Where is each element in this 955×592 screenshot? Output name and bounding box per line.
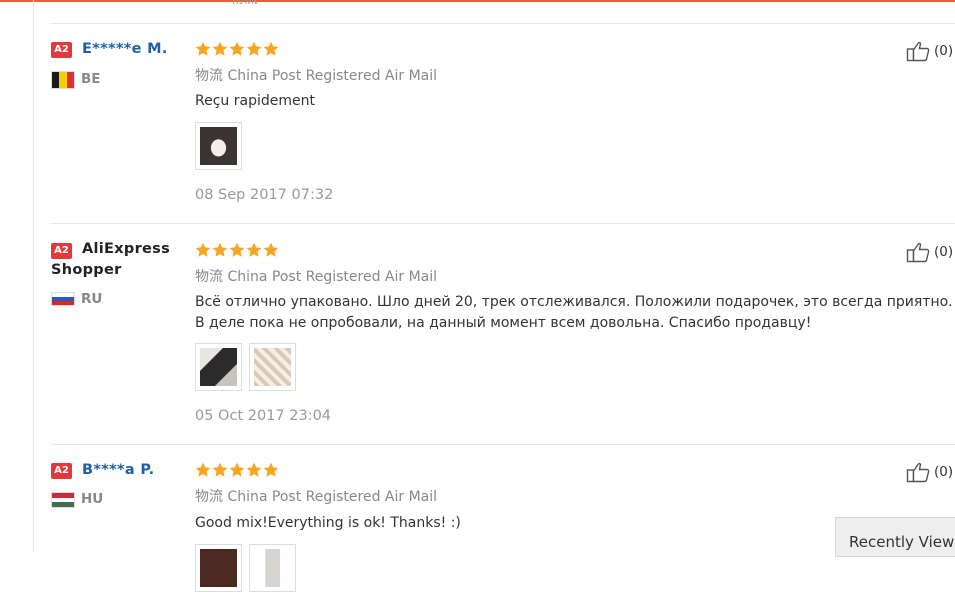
star-icon	[195, 462, 211, 477]
star-icon	[212, 462, 228, 477]
recently-viewed-tab[interactable]: Recently Viewed	[835, 517, 955, 557]
review-photo[interactable]	[195, 343, 242, 391]
review-photo[interactable]	[249, 544, 296, 592]
reviewer-name[interactable]: B****a P.	[82, 460, 154, 481]
star-rating	[195, 41, 279, 57]
review-text: Всё отлично упаковано. Шло дней 20, трек…	[195, 294, 953, 331]
review-date: 08 Sep 2017 07:32	[195, 187, 334, 203]
star-icon	[195, 41, 211, 56]
review-photos	[195, 122, 242, 170]
review-photo[interactable]	[195, 122, 242, 170]
shipping-method: 物流 China Post Registered Air Mail	[195, 266, 437, 286]
helpful-button[interactable]: (0)	[906, 461, 953, 483]
country-code: RU	[81, 291, 103, 307]
country-code: BE	[81, 71, 101, 87]
left-border	[33, 0, 34, 553]
star-icon	[263, 462, 279, 477]
star-rating	[195, 462, 279, 478]
shipping-label: 物流	[195, 68, 223, 84]
truncated-shipping-text: 物流	[230, 0, 258, 8]
belgium-flag-icon	[51, 71, 75, 89]
top-accent-bar	[0, 0, 955, 2]
row-divider	[51, 444, 955, 445]
helpful-count: (0)	[934, 464, 954, 480]
star-icon	[229, 41, 245, 56]
review-photos	[195, 343, 296, 391]
star-icon	[229, 462, 245, 477]
reviewer-name[interactable]: E*****e M.	[82, 39, 168, 60]
shipping-method: 物流 China Post Registered Air Mail	[195, 486, 437, 506]
buyer-level-badge: A2	[51, 463, 72, 479]
buyer-level-badge: A2	[51, 42, 72, 58]
star-icon	[195, 242, 211, 257]
star-icon	[212, 41, 228, 56]
row-divider	[51, 23, 955, 24]
thumbs-up-icon	[906, 462, 930, 483]
shipping-label: 物流	[195, 489, 223, 505]
shipping-name: China Post Registered Air Mail	[227, 269, 438, 285]
helpful-count: (0)	[934, 43, 954, 59]
helpful-button[interactable]: (0)	[906, 40, 953, 62]
thumbs-up-icon	[906, 242, 930, 263]
star-icon	[263, 242, 279, 257]
helpful-button[interactable]: (0)	[906, 241, 953, 263]
shipping-name: China Post Registered Air Mail	[227, 68, 438, 84]
hungary-flag-icon	[51, 492, 75, 508]
russia-flag-icon	[51, 292, 75, 306]
star-icon	[229, 242, 245, 257]
review-date: 05 Oct 2017 23:04	[195, 408, 332, 424]
star-icon	[246, 41, 262, 56]
thumbs-up-icon	[906, 41, 930, 62]
review-photos	[195, 544, 296, 592]
star-icon	[246, 462, 262, 477]
helpful-count: (0)	[934, 244, 954, 260]
shipping-name: China Post Registered Air Mail	[227, 489, 438, 505]
review-text: Reçu rapidement	[195, 93, 315, 109]
country-code: HU	[81, 491, 104, 507]
review-photo[interactable]	[249, 343, 296, 391]
review-photo[interactable]	[195, 544, 242, 592]
star-icon	[212, 242, 228, 257]
shipping-method: 物流 China Post Registered Air Mail	[195, 65, 437, 85]
reviewer-name: AliExpress Shopper	[51, 241, 171, 278]
row-divider	[51, 223, 955, 224]
star-icon	[263, 41, 279, 56]
star-icon	[246, 242, 262, 257]
star-rating	[195, 242, 279, 258]
shipping-label: 物流	[195, 269, 223, 285]
